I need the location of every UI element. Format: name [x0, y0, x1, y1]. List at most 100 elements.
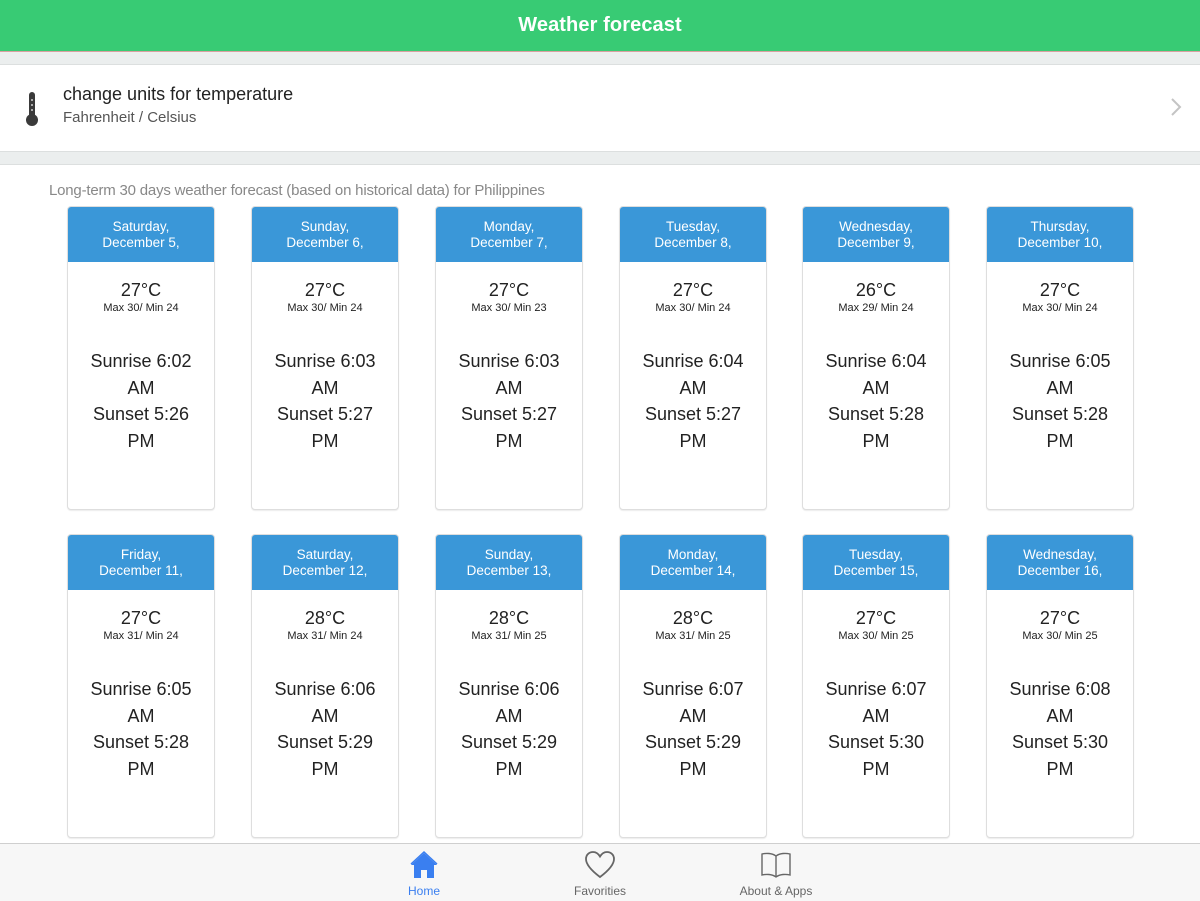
- sunrise-time: Sunrise 6:06: [458, 679, 560, 699]
- sunrise-time: Sunrise 6:07: [825, 679, 927, 699]
- forecast-max-min: Max 30/ Min 24: [103, 302, 179, 314]
- forecast-card-header: Wednesday, December 9,: [803, 207, 949, 262]
- forecast-max-min: Max 31/ Min 25: [471, 630, 547, 642]
- sunrise-time: Sunrise 6:02: [90, 351, 192, 371]
- sunrise-ampm: AM: [679, 377, 707, 398]
- forecast-card: Sunday, December 6, 27°C Max 30/ Min 24 Sunr…: [251, 206, 399, 510]
- tab-home[interactable]: Home: [354, 844, 494, 901]
- forecast-card-header: Monday, December 7,: [436, 207, 582, 262]
- forecast-card-header: Saturday, December 12,: [252, 535, 398, 590]
- change-units-row[interactable]: [0, 65, 1200, 151]
- sunrise-time: Sunrise 6:08: [1009, 679, 1111, 699]
- forecast-temperature: 27°C: [672, 280, 714, 300]
- forecast-sun-times: Sunrise 6:05 AM Sunset 5:28 PM: [68, 676, 214, 782]
- sunrise-time: Sunrise 6:04: [642, 351, 744, 371]
- forecast-date: December 8,: [654, 234, 732, 250]
- sunset-ampm: PM: [311, 758, 339, 779]
- forecast-max-min: Max 31/ Min 25: [655, 630, 731, 642]
- forecast-sun-times: Sunrise 6:05 AM Sunset 5:28 PM: [987, 348, 1133, 454]
- sunrise-ampm: AM: [311, 705, 339, 726]
- sunrise-time: Sunrise 6:03: [458, 351, 560, 371]
- forecast-sun-times: Sunrise 6:03 AM Sunset 5:27 PM: [252, 348, 398, 454]
- forecast-date: December 6,: [286, 234, 364, 250]
- sunrise-ampm: AM: [311, 377, 339, 398]
- forecast-max-min: Max 29/ Min 24: [838, 302, 914, 314]
- sunrise-ampm: AM: [127, 377, 155, 398]
- chevron-right-icon: [1171, 98, 1182, 116]
- sunrise-ampm: AM: [1046, 705, 1074, 726]
- forecast-weekday: Saturday,: [112, 219, 170, 234]
- forecast-card: Tuesday, December 8, 27°C Max 30/ Min 24 Sun…: [619, 206, 767, 510]
- sunset-ampm: PM: [1046, 430, 1074, 451]
- sunset-time: Sunset 5:29: [276, 732, 374, 752]
- tab-about-apps[interactable]: About & Apps: [706, 844, 846, 901]
- forecast-card: Monday, December 7, 27°C Max 30/ Min 23 Sunr…: [435, 206, 583, 510]
- forecast-card-header: Thursday, December 10,: [987, 207, 1133, 262]
- forecast-sun-times: Sunrise 6:06 AM Sunset 5:29 PM: [252, 676, 398, 782]
- sunset-time: Sunset 5:27: [460, 404, 558, 424]
- forecast-card-header: Sunday, December 13,: [436, 535, 582, 590]
- forecast-card-header: Tuesday, December 8,: [620, 207, 766, 262]
- forecast-weekday: Monday,: [667, 547, 719, 562]
- forecast-date: December 7,: [470, 234, 548, 250]
- sunrise-time: Sunrise 6:05: [1009, 351, 1111, 371]
- forecast-date: December 13,: [466, 562, 552, 578]
- forecast-card-header: Monday, December 14,: [620, 535, 766, 590]
- forecast-date: December 12,: [282, 562, 368, 578]
- heart-icon: [585, 851, 615, 879]
- sunset-ampm: PM: [127, 758, 155, 779]
- forecast-max-min: Max 31/ Min 24: [287, 630, 363, 642]
- forecast-weekday: Tuesday,: [848, 547, 904, 562]
- app-header: Weather forecast: [0, 0, 1200, 52]
- forecast-card-header: Saturday, December 5,: [68, 207, 214, 262]
- forecast-max-min: Max 30/ Min 23: [471, 302, 547, 314]
- forecast-max-min: Max 31/ Min 24: [103, 630, 179, 642]
- forecast-weekday: Friday,: [120, 547, 162, 562]
- forecast-card-header: Wednesday, December 16,: [987, 535, 1133, 590]
- forecast-date: December 11,: [99, 562, 183, 578]
- sunset-ampm: PM: [311, 430, 339, 451]
- forecast-description: Long-term 30 days weather forecast (base…: [49, 182, 545, 199]
- forecast-weekday: Sunday,: [300, 219, 350, 234]
- sunrise-time: Sunrise 6:07: [642, 679, 744, 699]
- sunset-time: Sunset 5:28: [827, 404, 925, 424]
- forecast-sun-times: Sunrise 6:02 AM Sunset 5:26 PM: [68, 348, 214, 454]
- sunrise-ampm: AM: [495, 705, 523, 726]
- forecast-temperature: 28°C: [672, 608, 714, 628]
- section-divider: [0, 52, 1200, 65]
- tab-favorities[interactable]: Favorities: [530, 844, 670, 901]
- sunrise-ampm: AM: [862, 377, 890, 398]
- forecast-card: Wednesday, December 16, 27°C Max 30/ Min 25…: [986, 534, 1134, 838]
- sunset-time: Sunset 5:27: [276, 404, 374, 424]
- forecast-temperature: 27°C: [855, 608, 897, 628]
- forecast-max-min: Max 30/ Min 25: [1022, 630, 1098, 642]
- forecast-max-min: Max 30/ Min 24: [287, 302, 363, 314]
- forecast-card: Tuesday, December 15, 27°C Max 30/ Min 25 Su…: [802, 534, 950, 838]
- sunrise-ampm: AM: [127, 705, 155, 726]
- page-title: Weather forecast: [518, 14, 682, 36]
- sunset-ampm: PM: [862, 430, 890, 451]
- tab-favorities-label: Favorities: [573, 884, 626, 898]
- sunset-time: Sunset 5:30: [827, 732, 925, 752]
- forecast-weekday: Tuesday,: [665, 219, 721, 234]
- forecast-card: Thursday, December 10, 27°C Max 30/ Min 24 S…: [986, 206, 1134, 510]
- tab-home-label: Home: [407, 884, 440, 898]
- forecast-sun-times: Sunrise 6:07 AM Sunset 5:29 PM: [620, 676, 766, 782]
- forecast-date: December 16,: [1017, 562, 1103, 578]
- forecast-weekday: Wednesday,: [839, 219, 913, 234]
- sunset-time: Sunset 5:28: [92, 732, 190, 752]
- forecast-card: Saturday, December 5, 27°C Max 30/ Min 24 Su…: [67, 206, 215, 510]
- sunset-time: Sunset 5:27: [644, 404, 742, 424]
- sunset-ampm: PM: [862, 758, 890, 779]
- sunrise-time: Sunrise 6:05: [90, 679, 192, 699]
- change-units-subtitle: Fahrenheit / Celsius: [63, 109, 197, 126]
- forecast-temperature: 27°C: [120, 608, 162, 628]
- sunrise-ampm: AM: [1046, 377, 1074, 398]
- forecast-date: December 5,: [102, 234, 180, 250]
- tab-bar: Home Favorities About & Apps: [0, 843, 1200, 901]
- sunset-time: Sunset 5:30: [1011, 732, 1109, 752]
- forecast-date: December 10,: [1017, 234, 1103, 250]
- sunrise-time: Sunrise 6:06: [274, 679, 376, 699]
- sunset-ampm: PM: [495, 430, 523, 451]
- forecast-weekday: Saturday,: [296, 547, 354, 562]
